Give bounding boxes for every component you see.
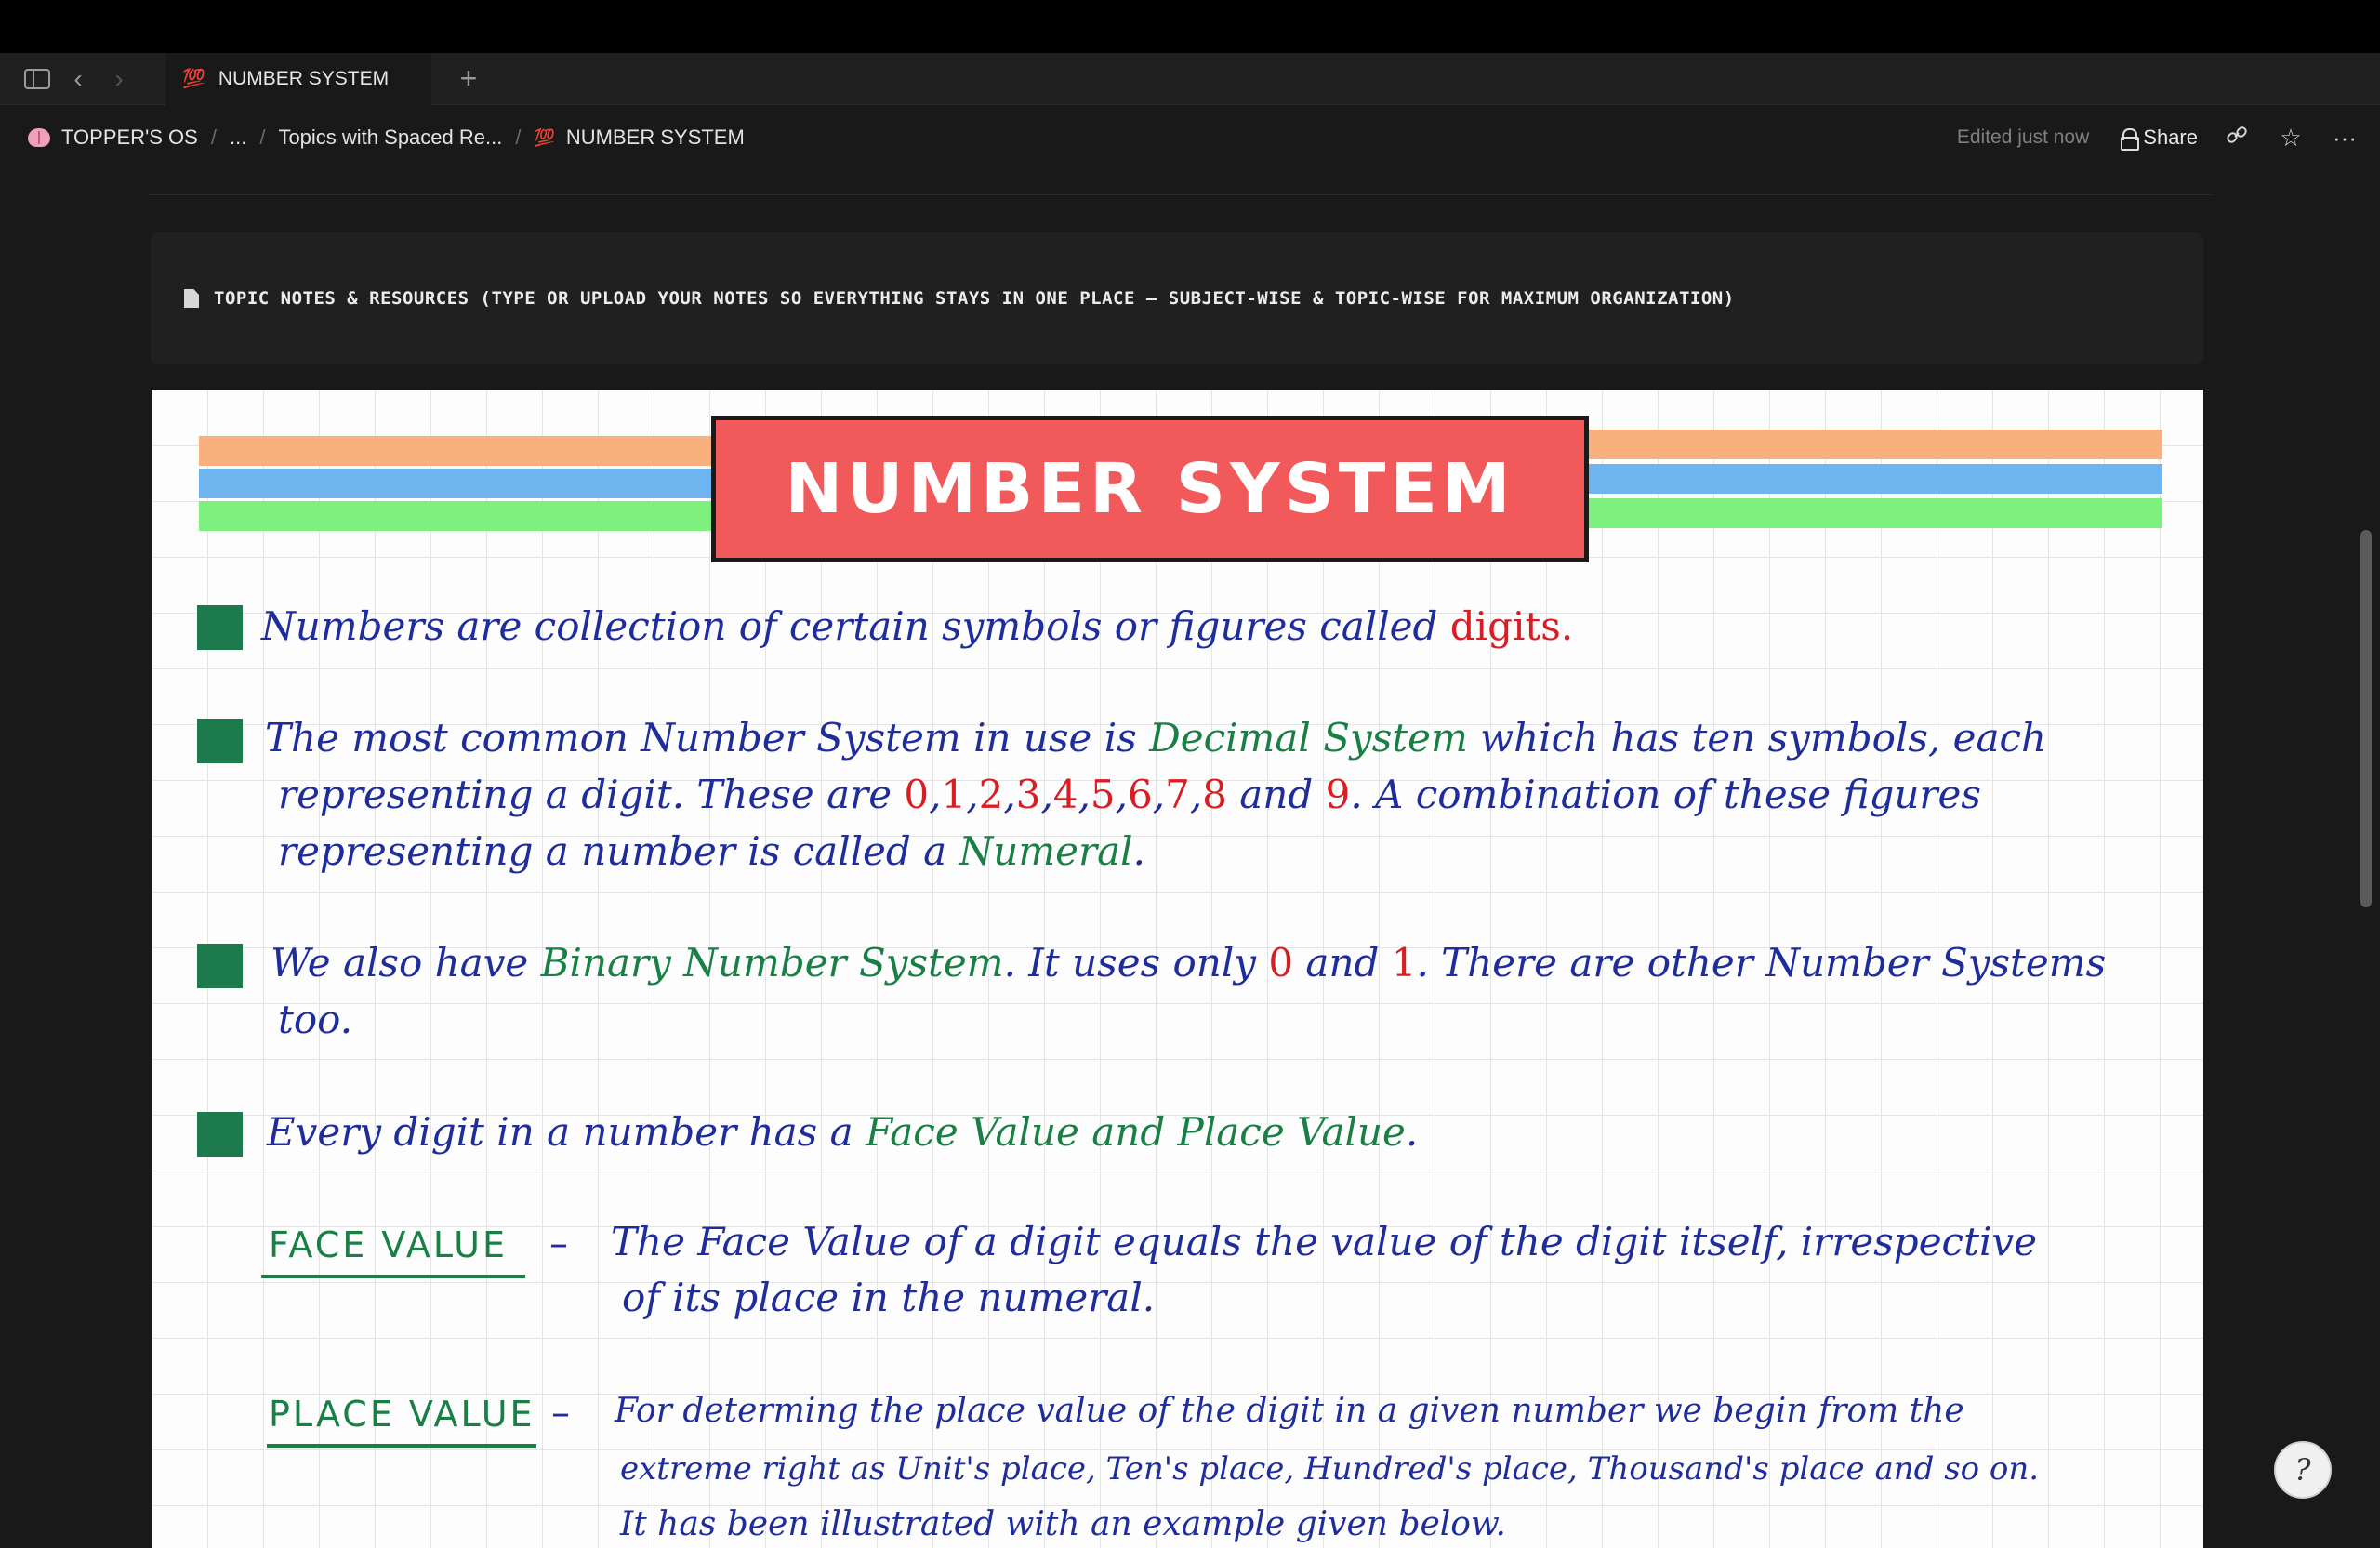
breadcrumb-item-ellipsis[interactable]: ... [230,126,246,150]
face-value-underline [261,1275,525,1278]
paragraph-3-line-2: too. [278,997,353,1042]
tab-number-system[interactable]: 💯 NUMBER SYSTEM [165,52,431,105]
bullet-square [197,605,243,650]
paragraph-4: Every digit in a number has a Face Value… [267,1109,1419,1155]
face-value-line-1: The Face Value of a digit equals the val… [611,1219,2037,1264]
hundred-icon: 💯 [534,127,555,147]
bullet-square [197,719,243,763]
scrollbar[interactable] [2360,530,2372,907]
place-value-line-2: extreme right as Unit's place, Ten's pla… [620,1450,2040,1488]
face-value-label: FACE VALUE [269,1224,508,1265]
face-value-line-2: of its place in the numeral. [622,1275,1156,1320]
lock-icon [2121,128,2140,151]
place-value-line-1: For determing the place value of the dig… [615,1392,1964,1430]
breadcrumb-item-toppers-os[interactable]: TOPPER'S OS [28,126,198,150]
callout-text: TOPIC NOTES & RESOURCES (TYPE OR UPLOAD … [214,288,1735,309]
stripe-green-right [1584,498,2162,528]
hundred-icon: 💯 [182,69,205,89]
divider [149,194,2213,195]
help-icon[interactable]: ? [2274,1441,2332,1499]
back-arrow-icon[interactable]: ‹ [58,59,99,99]
header-actions: Edited just now Share ☆ ··· [1957,105,2380,170]
tab-bar: ‹ › 💯 NUMBER SYSTEM + [0,52,2380,105]
paragraph-2-line-2: representing a digit. These are 0,1,2,3,… [278,772,1981,817]
paragraph-2-line-3: representing a number is called a Numera… [278,828,1145,874]
star-icon[interactable]: ☆ [2276,124,2306,152]
share-button[interactable]: Share [2121,126,2198,151]
note-title-box: NUMBER SYSTEM [711,416,1589,562]
breadcrumb-separator: / [210,126,217,149]
breadcrumb-separator: / [515,126,522,149]
sidebar-toggle-icon[interactable] [17,59,58,99]
paragraph-2-line-1: The most common Number System in use is … [265,715,2047,761]
bullet-square [197,1112,243,1157]
page-icon [184,289,199,308]
paragraph-3-line-1: We also have Binary Number System. It us… [271,940,2107,986]
place-value-underline [267,1444,536,1448]
breadcrumb-item-topics[interactable]: Topics with Spaced Re... [278,126,502,150]
copy-link-icon[interactable] [2222,124,2252,152]
bullet-square [197,944,243,988]
forward-arrow-icon[interactable]: › [99,59,139,99]
window-top-bar [0,0,2380,53]
breadcrumb: TOPPER'S OS / ... / Topics with Spaced R… [0,105,2380,170]
tab-label: NUMBER SYSTEM [218,67,390,89]
new-tab-plus-icon[interactable]: + [448,61,489,96]
handwritten-note-image[interactable]: NUMBER SYSTEM Numbers are collection of … [152,390,2203,1548]
place-value-label: PLACE VALUE [269,1394,536,1435]
paragraph-1: Numbers are collection of certain symbol… [261,603,1574,649]
breadcrumb-item-number-system[interactable]: 💯 NUMBER SYSTEM [534,126,744,150]
brain-icon [28,128,50,147]
note-title: NUMBER SYSTEM [785,449,1515,529]
stripe-blue-right [1584,464,2162,494]
place-value-dash: – [551,1392,570,1435]
place-value-line-3: It has been illustrated with an example … [620,1505,1506,1543]
more-options-icon[interactable]: ··· [2330,124,2360,152]
callout-block[interactable]: TOPIC NOTES & RESOURCES (TYPE OR UPLOAD … [151,232,2203,364]
stripe-orange-right [1584,430,2162,459]
breadcrumb-separator: / [259,126,266,149]
face-value-dash: – [549,1223,568,1265]
edited-status: Edited just now [1956,126,2090,148]
